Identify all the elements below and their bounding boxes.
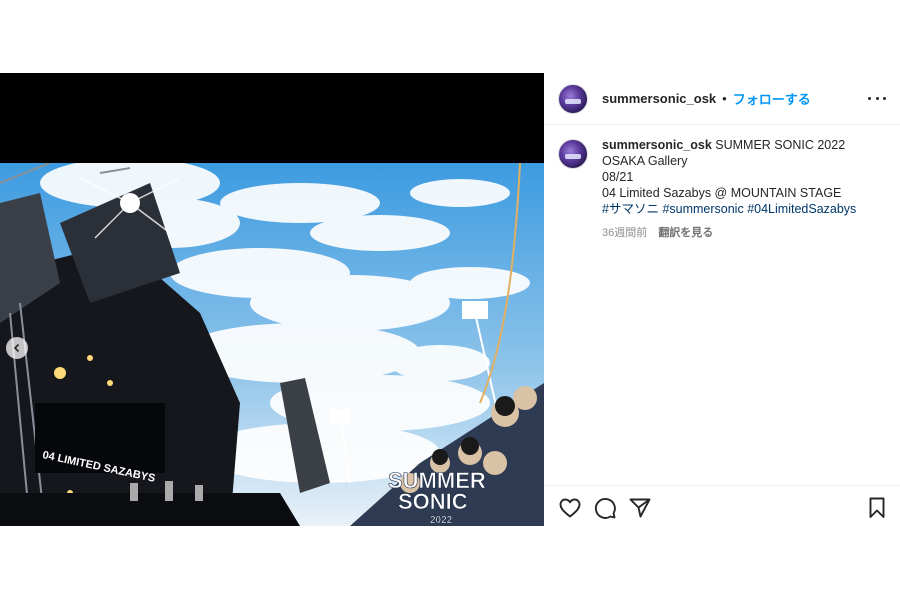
share-button[interactable]: [628, 496, 652, 520]
bookmark-icon: [869, 497, 885, 518]
hashtag[interactable]: #04LimitedSazabys: [747, 202, 856, 216]
caption-hashtags: #サマソニ #summersonic #04LimitedSazabys: [602, 201, 892, 217]
like-button[interactable]: [558, 496, 582, 520]
more-icon-dot: [875, 96, 879, 100]
chevron-left-icon: [13, 343, 20, 353]
comment-icon: [594, 497, 616, 519]
post-side-panel: summersonic_osk • フォローする summersonic_osk…: [544, 73, 900, 526]
caption-avatar[interactable]: [558, 139, 588, 169]
caption-line-4: 04 Limited Sazabys @ MOUNTAIN STAGE: [602, 186, 842, 200]
post-time[interactable]: 36週間前: [602, 227, 647, 239]
hashtag[interactable]: #サマソニ: [602, 202, 659, 216]
concert-photo-illustration: 04 LIMITED SAZABYS SUMMER SONIC 2022: [0, 163, 544, 526]
logo-sonic: SONIC: [398, 489, 468, 514]
caption-line-2: OSAKA Gallery: [602, 154, 688, 168]
caption-text: summersonic_osk SUMMER SONIC 2022 OSAKA …: [602, 137, 892, 241]
caption-line-3: 08/21: [602, 170, 634, 184]
logo-year: 2022: [430, 515, 453, 526]
caption-meta: 36週間前 翻訳を見る: [602, 225, 892, 241]
post-header: summersonic_osk • フォローする: [544, 73, 900, 125]
instagram-post: 04 LIMITED SAZABYS SUMMER SONIC 2022 sum…: [0, 73, 900, 526]
save-button[interactable]: [865, 496, 889, 520]
follow-button[interactable]: フォローする: [733, 89, 811, 108]
post-photo[interactable]: 04 LIMITED SAZABYS SUMMER SONIC 2022: [0, 163, 544, 526]
more-icon-dot: [883, 96, 886, 100]
caption-line-1: SUMMER SONIC 2022: [715, 138, 846, 152]
post-media: 04 LIMITED SAZABYS SUMMER SONIC 2022: [0, 73, 544, 526]
translate-link[interactable]: 翻訳を見る: [658, 227, 713, 239]
avatar[interactable]: [558, 83, 588, 114]
paper-plane-icon: [629, 498, 651, 518]
carousel-prev-button[interactable]: [6, 337, 28, 359]
more-icon: [868, 96, 871, 100]
post-actions: [544, 485, 900, 527]
more-options-button[interactable]: [868, 91, 886, 105]
header-username[interactable]: summersonic_osk: [602, 91, 716, 106]
separator-dot: •: [722, 91, 727, 106]
heart-icon: [559, 498, 581, 518]
hashtag[interactable]: #summersonic: [662, 202, 743, 216]
caption-username[interactable]: summersonic_osk: [602, 138, 712, 152]
comment-button[interactable]: [593, 496, 617, 520]
